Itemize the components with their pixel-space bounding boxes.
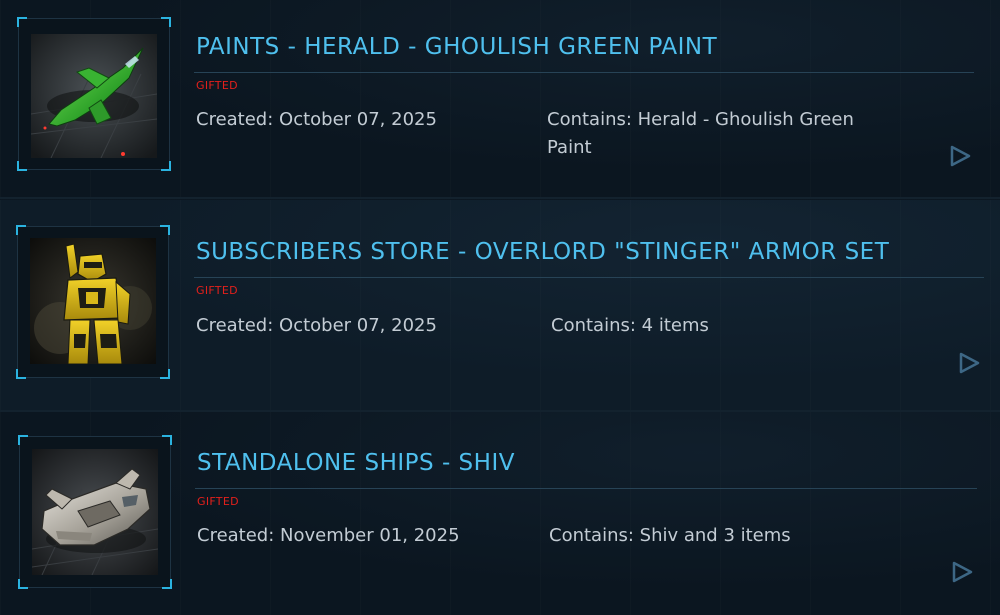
gifted-badge: GIFTED [197, 495, 239, 508]
frame-corner [160, 369, 170, 379]
frame-corner [16, 369, 26, 379]
created-date: Created: October 07, 2025 [196, 315, 437, 336]
title-underline [194, 277, 984, 278]
contains-summary: Contains: Shiv and 3 items [549, 525, 791, 546]
armor-stinger-icon [30, 238, 156, 364]
pledge-title[interactable]: PAINTS - HERALD - GHOULISH GREEN PAINT [196, 34, 717, 60]
contains-summary: Contains: 4 items [551, 315, 709, 336]
expand-arrow-icon[interactable] [948, 144, 972, 168]
created-date: Created: October 07, 2025 [196, 109, 437, 130]
pledge-list: PAINTS - HERALD - GHOULISH GREEN PAINT G… [0, 0, 1000, 615]
frame-corner [16, 225, 26, 235]
gifted-badge: GIFTED [196, 79, 238, 92]
thumbnail-frame[interactable] [18, 435, 172, 589]
frame-corner [18, 579, 28, 589]
frame-corner [161, 17, 171, 27]
frame-corner [162, 579, 172, 589]
created-date: Created: November 01, 2025 [197, 525, 460, 546]
expand-arrow-icon[interactable] [950, 560, 974, 584]
title-underline [194, 72, 974, 73]
frame-corner [18, 435, 28, 445]
ship-shiv-icon [32, 449, 158, 575]
pledge-item[interactable]: PAINTS - HERALD - GHOULISH GREEN PAINT G… [0, 0, 1000, 197]
frame-corner [17, 161, 27, 171]
pledge-title[interactable]: SUBSCRIBERS STORE - OVERLORD "STINGER" A… [196, 239, 889, 265]
pledge-item[interactable]: SUBSCRIBERS STORE - OVERLORD "STINGER" A… [0, 200, 1000, 410]
gifted-badge: GIFTED [196, 284, 238, 297]
title-underline [195, 488, 977, 489]
expand-arrow-icon[interactable] [957, 351, 981, 375]
thumbnail-frame[interactable] [17, 17, 171, 171]
frame-corner [17, 17, 27, 27]
contains-summary: Contains: Herald - Ghoulish Green Paint [547, 109, 854, 158]
ship-herald-green-icon [31, 34, 157, 160]
pledge-item[interactable]: STANDALONE SHIPS - SHIV GIFTED Created: … [0, 412, 1000, 615]
frame-corner [162, 435, 172, 445]
frame-corner [160, 225, 170, 235]
pledge-title[interactable]: STANDALONE SHIPS - SHIV [197, 450, 515, 476]
thumbnail-frame[interactable] [16, 225, 170, 379]
item-divider [0, 197, 1000, 199]
frame-corner [161, 161, 171, 171]
